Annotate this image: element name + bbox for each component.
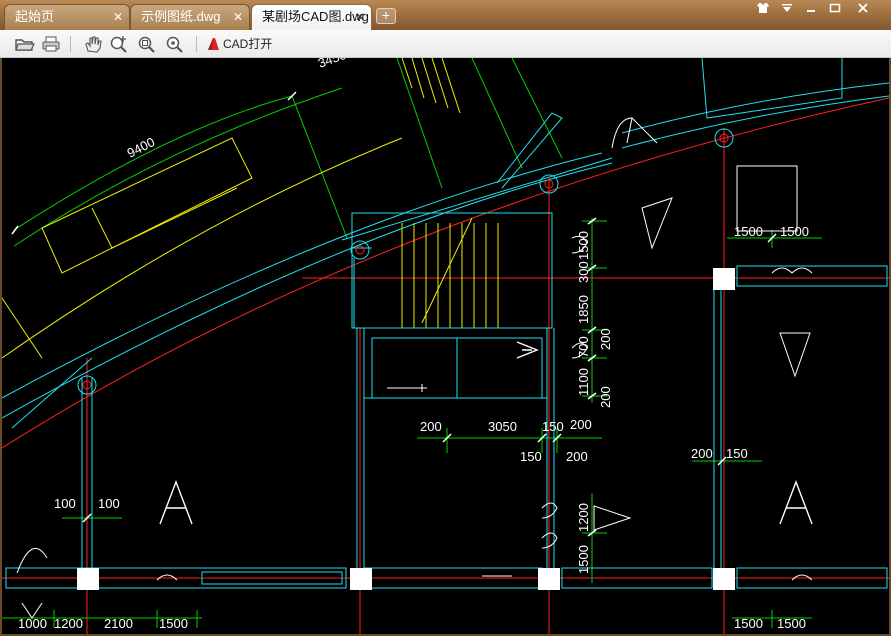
dim-label: 1200 bbox=[576, 503, 591, 532]
close-icon[interactable]: ✕ bbox=[233, 5, 243, 29]
dim-label: 200 bbox=[598, 386, 613, 408]
menu-dropdown-icon[interactable] bbox=[776, 2, 798, 18]
dim-label: 100 bbox=[54, 496, 76, 511]
white-detail-lines bbox=[16, 117, 813, 619]
dim-label: 1200 bbox=[54, 616, 83, 631]
column-squares bbox=[77, 268, 735, 590]
yellow-stair-lines bbox=[2, 58, 499, 359]
dim-label: 1100 bbox=[576, 368, 591, 396]
zoom-in-icon[interactable] bbox=[108, 34, 130, 54]
tab-theater-drawing[interactable]: 某剧场CAD图.dwg ✕ bbox=[251, 4, 372, 30]
dimension-labels: 3450 9400 1500 300 1850 700 200 1100 200… bbox=[18, 58, 809, 631]
tab-label: 某剧场CAD图.dwg bbox=[262, 9, 369, 24]
section-mark-a bbox=[159, 480, 193, 525]
dim-label: 1500 bbox=[734, 616, 763, 631]
dim-label: 1500 bbox=[576, 545, 591, 574]
drawing-canvas[interactable]: 3450 9400 1500 300 1850 700 200 1100 200… bbox=[2, 58, 889, 634]
print-icon[interactable] bbox=[40, 34, 62, 54]
zoom-window-icon[interactable] bbox=[164, 34, 186, 54]
open-folder-icon[interactable] bbox=[14, 34, 36, 54]
section-mark-a bbox=[779, 480, 813, 525]
close-icon[interactable]: ✕ bbox=[355, 5, 365, 29]
tab-sample-drawing[interactable]: 示例图纸.dwg ✕ bbox=[130, 4, 250, 30]
cad-logo-icon bbox=[208, 38, 219, 50]
dim-label: 1850 bbox=[576, 295, 591, 324]
dim-label: 1500 bbox=[777, 616, 806, 631]
cad-open-label: CAD打开 bbox=[223, 37, 273, 51]
skin-icon[interactable] bbox=[752, 2, 774, 18]
tab-label: 起始页 bbox=[15, 9, 55, 24]
dim-label: 700 bbox=[576, 336, 591, 358]
dim-label: 3050 bbox=[488, 419, 517, 434]
tab-start-page[interactable]: 起始页 ✕ bbox=[4, 4, 130, 30]
close-icon[interactable]: ✕ bbox=[113, 5, 123, 29]
title-bar: 起始页 ✕ 示例图纸.dwg ✕ 某剧场CAD图.dwg ✕ + bbox=[0, 0, 891, 30]
dim-label: 150 bbox=[726, 446, 748, 461]
new-tab-button[interactable]: + bbox=[376, 8, 396, 24]
section-mark-a bbox=[516, 341, 539, 359]
dim-label: 200 bbox=[420, 419, 442, 434]
pan-hand-icon[interactable] bbox=[82, 34, 104, 54]
toolbar-divider bbox=[196, 36, 197, 52]
cyan-wall-lines bbox=[2, 58, 889, 589]
dim-label: 300 bbox=[576, 261, 591, 283]
dim-label: 1500 bbox=[734, 224, 763, 239]
toolbar-divider bbox=[70, 36, 71, 52]
dim-label: 150 bbox=[542, 419, 564, 434]
dim-label: 200 bbox=[598, 328, 613, 350]
dim-label: 200 bbox=[570, 417, 592, 432]
dim-label: 1000 bbox=[18, 616, 47, 631]
dim-label: 100 bbox=[98, 496, 120, 511]
red-grid-lines bbox=[2, 97, 889, 634]
cad-drawing: 3450 9400 1500 300 1850 700 200 1100 200… bbox=[2, 58, 889, 634]
zoom-extents-icon[interactable] bbox=[136, 34, 158, 54]
dim-label: 1500 bbox=[780, 224, 809, 239]
dim-label: 200 bbox=[566, 449, 588, 464]
minimize-icon[interactable] bbox=[800, 2, 822, 18]
green-dimension-lines bbox=[2, 58, 822, 628]
dim-label: 1500 bbox=[576, 231, 591, 260]
tab-label: 示例图纸.dwg bbox=[141, 9, 221, 24]
cad-open-button[interactable]: CAD打开 bbox=[207, 34, 272, 54]
dim-label: 2100 bbox=[104, 616, 133, 631]
dim-label: 3450 bbox=[316, 58, 348, 71]
dimension-ticks bbox=[11, 91, 777, 537]
toolbar: CAD打开 bbox=[0, 30, 891, 58]
column-circles bbox=[77, 128, 734, 395]
maximize-icon[interactable] bbox=[824, 2, 846, 18]
window-close-icon[interactable] bbox=[852, 2, 874, 18]
dim-label: 150 bbox=[520, 449, 542, 464]
dim-label: 200 bbox=[691, 446, 713, 461]
dim-label: 1500 bbox=[159, 616, 188, 631]
